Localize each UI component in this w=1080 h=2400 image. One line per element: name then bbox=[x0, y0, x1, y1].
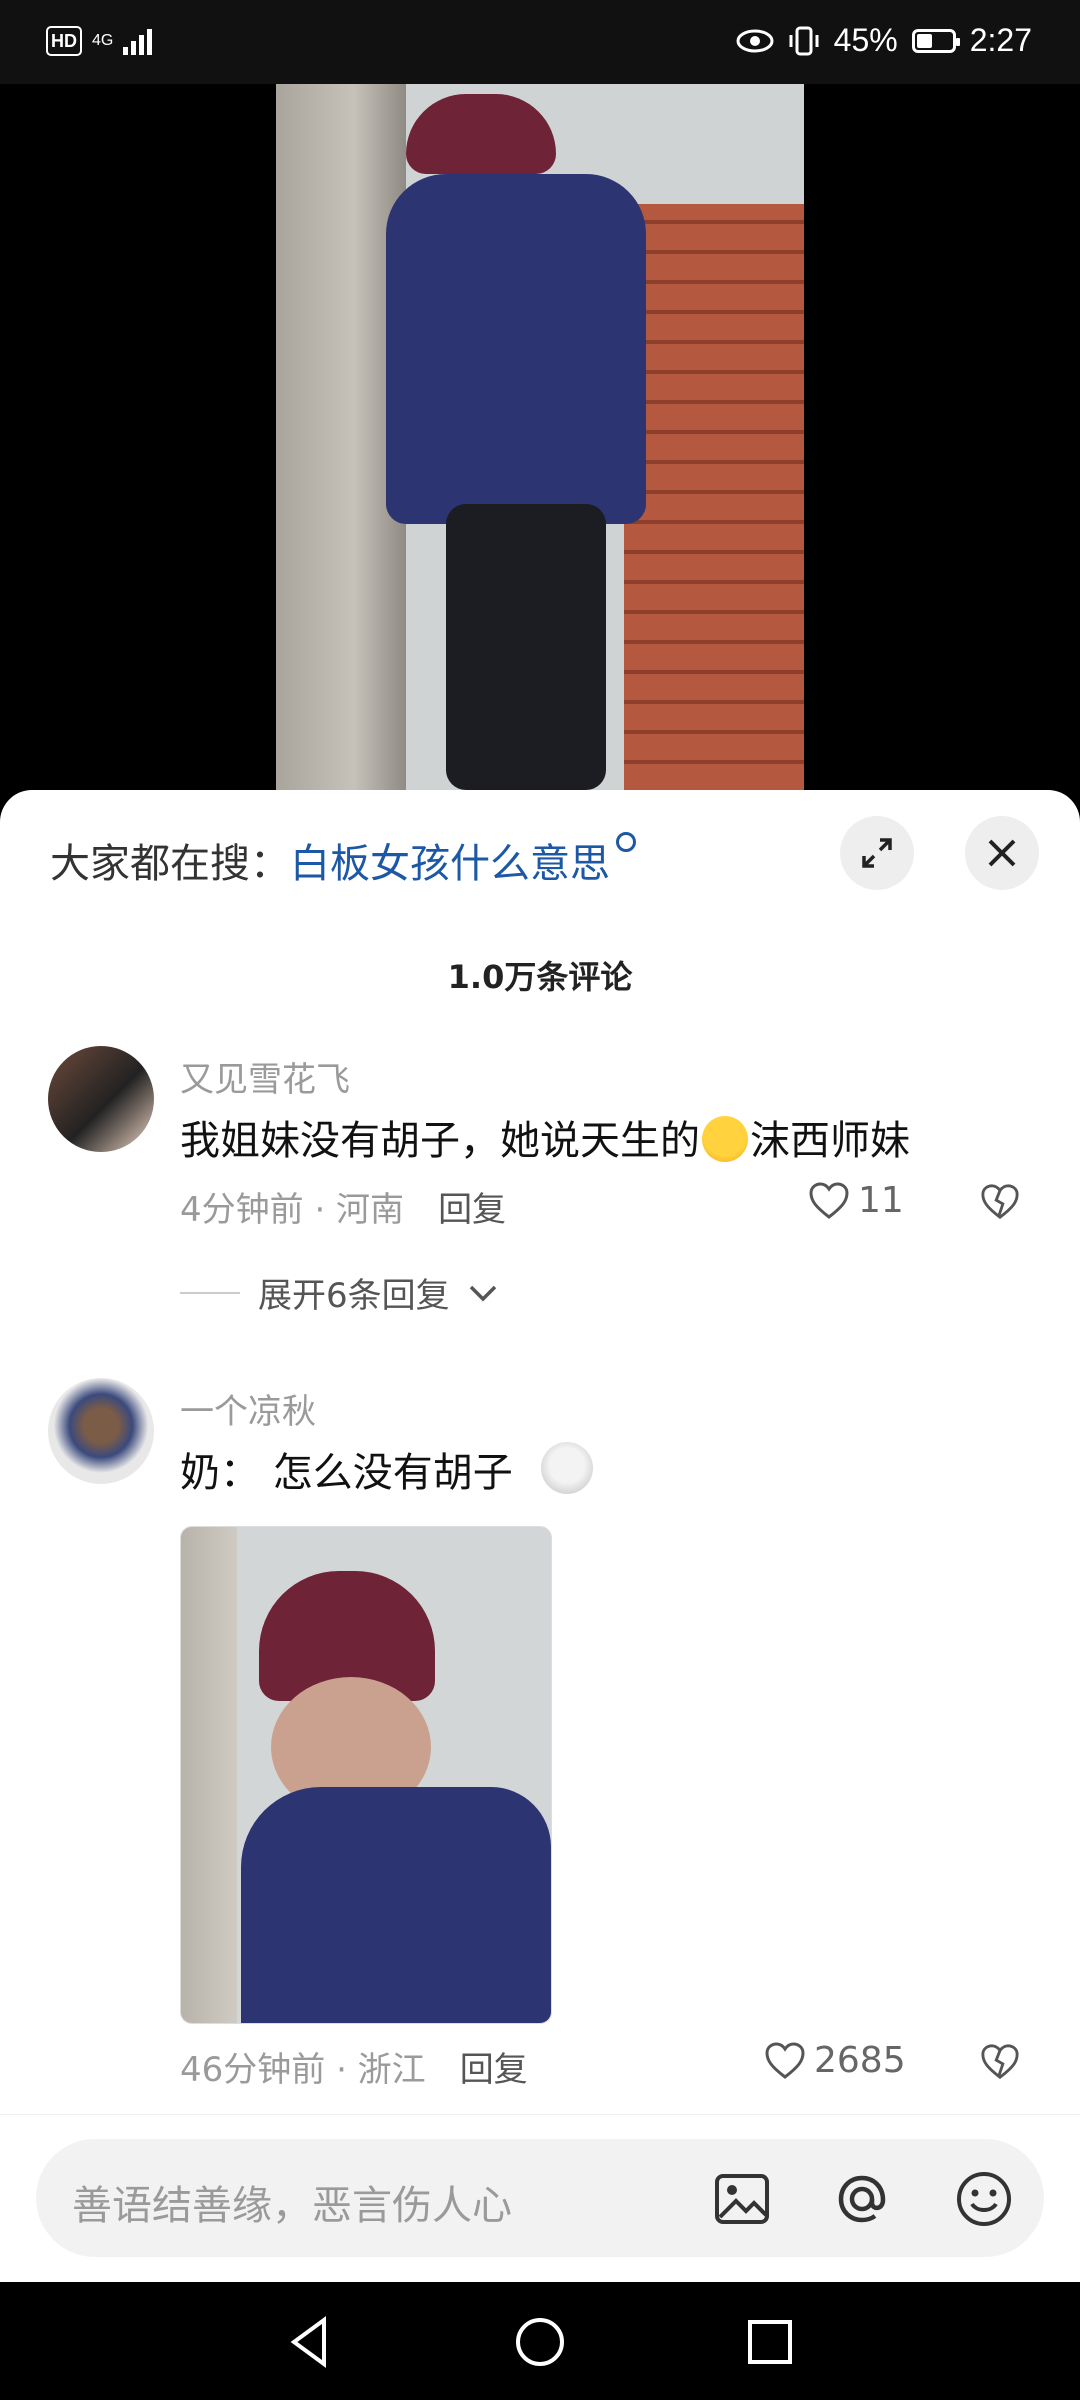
video-frame[interactable] bbox=[276, 84, 804, 790]
trending-search[interactable]: 大家都在搜： 白板女孩什么意思 bbox=[50, 830, 636, 890]
heart-icon bbox=[765, 2041, 805, 2079]
clock: 2:27 bbox=[969, 22, 1032, 58]
comment-text: 奶： 怎么没有胡子 bbox=[180, 1440, 595, 1498]
like-count: 2685 bbox=[814, 2040, 906, 2081]
emoji-button[interactable] bbox=[954, 2169, 1014, 2229]
comment-username[interactable]: 一个凉秋 bbox=[180, 1384, 316, 1433]
reply-button[interactable]: 回复 bbox=[460, 2050, 528, 2090]
expand-replies-label: 展开6条回复 bbox=[258, 1276, 450, 1316]
comment-text: 我姐妹没有胡子，她说天生的 沫西师妹 bbox=[180, 1116, 910, 1164]
avatar[interactable] bbox=[48, 1378, 154, 1484]
mention-button[interactable] bbox=[832, 2169, 892, 2229]
avatar[interactable] bbox=[48, 1046, 154, 1152]
eye-icon bbox=[736, 29, 774, 52]
comment-meta: 4分钟前 · 河南 回复 bbox=[180, 1182, 506, 1231]
comment-input[interactable]: 善语结善缘，恶言伤人心 bbox=[36, 2139, 1044, 2257]
signal-icon bbox=[123, 29, 153, 55]
comments-count-title: 1.0万条评论 bbox=[447, 958, 633, 996]
comment-username[interactable]: 又见雪花飞 bbox=[180, 1052, 350, 1101]
at-icon bbox=[838, 2175, 886, 2223]
comment-input-bar: 善语结善缘，恶言伤人心 bbox=[0, 2114, 1080, 2283]
search-icon bbox=[616, 832, 636, 852]
laughing-emoji-icon bbox=[702, 1116, 748, 1162]
hd-badge: HD bbox=[46, 26, 82, 56]
status-bar: HD 4G 45% 2:27 bbox=[0, 0, 1080, 84]
expand-replies[interactable]: 展开6条回复 bbox=[180, 1268, 498, 1317]
comment-time-location: 4分钟前 · 河南 bbox=[180, 1190, 405, 1230]
vibrate-icon bbox=[789, 26, 819, 55]
dislike-icon[interactable] bbox=[980, 1182, 1020, 1222]
close-icon bbox=[988, 839, 1016, 867]
like-count: 11 bbox=[858, 1180, 904, 1221]
video-player[interactable] bbox=[0, 84, 1080, 790]
shocked-emoji-icon bbox=[541, 1442, 594, 1494]
close-button[interactable] bbox=[965, 816, 1039, 890]
dislike-icon[interactable] bbox=[980, 2042, 1020, 2082]
battery-level bbox=[916, 33, 932, 48]
comments-sheet: 大家都在搜： 白板女孩什么意思 1.0万条评论 又见雪花飞 我姐妹没有胡子，她说… bbox=[0, 790, 1080, 2282]
trending-search-term[interactable]: 白板女孩什么意思 bbox=[290, 831, 610, 889]
reply-button[interactable]: 回复 bbox=[438, 1190, 506, 1230]
like-button[interactable]: 11 bbox=[808, 1180, 904, 1221]
like-button[interactable]: 2685 bbox=[764, 2040, 906, 2081]
image-icon bbox=[715, 2174, 769, 2224]
expand-icon bbox=[862, 838, 892, 868]
comment-image[interactable] bbox=[180, 1526, 552, 2024]
expand-button[interactable] bbox=[840, 816, 914, 890]
recents-nav-icon[interactable] bbox=[740, 2312, 800, 2372]
battery-percent: 45% bbox=[833, 22, 898, 58]
heart-icon bbox=[809, 1181, 849, 1219]
back-nav-icon[interactable] bbox=[280, 2312, 340, 2372]
network-type: 4G bbox=[92, 32, 114, 49]
image-button[interactable] bbox=[712, 2169, 772, 2229]
trending-search-prefix: 大家都在搜： bbox=[50, 841, 290, 887]
chevron-down-icon bbox=[469, 1285, 496, 1301]
status-left: HD 4G bbox=[46, 26, 157, 56]
comment-meta: 46分钟前 · 浙江 回复 bbox=[180, 2042, 528, 2091]
home-nav-icon[interactable] bbox=[510, 2312, 570, 2372]
battery-icon bbox=[911, 28, 960, 53]
status-right: 45% 2:27 bbox=[736, 22, 1032, 59]
system-nav-bar bbox=[0, 2282, 1080, 2400]
emoji-icon bbox=[957, 2172, 1011, 2226]
comment-time-location: 46分钟前 · 浙江 bbox=[180, 2050, 426, 2090]
comment-input-placeholder: 善语结善缘，恶言伤人心 bbox=[72, 2183, 512, 2229]
